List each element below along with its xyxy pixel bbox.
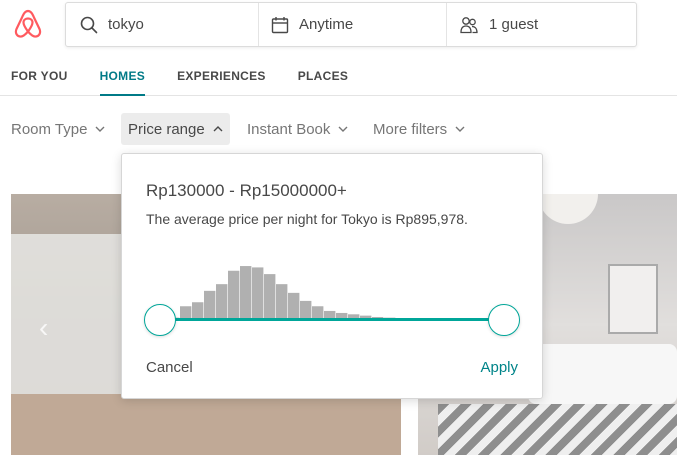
- instant-book-label: Instant Book: [247, 120, 331, 138]
- price-histogram: [168, 266, 468, 321]
- airbnb-logo-icon[interactable]: [12, 8, 44, 40]
- chevron-down-icon: [338, 126, 348, 132]
- histogram-bar: [264, 274, 276, 321]
- filter-bar: Room Type Price range Instant Book More …: [0, 113, 677, 145]
- more-filters-label: More filters: [373, 120, 448, 138]
- price-max-handle[interactable]: [488, 304, 520, 336]
- apply-button[interactable]: Apply: [480, 359, 518, 376]
- dates-value: Anytime: [299, 16, 354, 33]
- tab-homes[interactable]: HOMES: [99, 68, 146, 96]
- price-range-value: Rp130000 - Rp15000000+: [146, 181, 347, 200]
- chevron-up-icon: [213, 126, 223, 132]
- chevron-down-icon: [95, 126, 105, 132]
- header: tokyo Anytime 1 guest FOR YOU HOMES EXPE…: [0, 0, 677, 96]
- room-type-filter-button[interactable]: Room Type: [4, 113, 112, 145]
- histogram-bar: [204, 290, 216, 321]
- calendar-icon: [271, 16, 289, 33]
- room-type-label: Room Type: [11, 120, 88, 138]
- tab-for-you[interactable]: FOR YOU: [11, 68, 68, 96]
- search-icon: [80, 16, 98, 33]
- histogram-bar: [252, 267, 264, 321]
- chevron-down-icon: [455, 126, 465, 132]
- histogram-bar: [228, 270, 240, 321]
- price-range-label: Price range: [128, 120, 205, 138]
- tab-experiences[interactable]: EXPERIENCES: [177, 68, 266, 96]
- instant-book-filter-button[interactable]: Instant Book: [240, 113, 355, 145]
- histogram-bar: [216, 284, 228, 321]
- average-price-text: The average price per night for Tokyo is…: [146, 211, 468, 227]
- guests-icon: [460, 16, 478, 33]
- price-range-popover: Rp130000 - Rp15000000+ The average price…: [121, 153, 543, 399]
- histogram-bar: [288, 292, 300, 321]
- nav-tabs: FOR YOU HOMES EXPERIENCES PLACES: [11, 68, 380, 96]
- guests-value: 1 guest: [489, 16, 539, 33]
- price-slider-track[interactable]: [160, 318, 505, 321]
- price-range-filter-button[interactable]: Price range: [121, 113, 230, 145]
- dates-field[interactable]: Anytime: [258, 3, 446, 46]
- price-min-handle[interactable]: [144, 304, 176, 336]
- cancel-button[interactable]: Cancel: [146, 359, 193, 376]
- more-filters-button[interactable]: More filters: [366, 113, 472, 145]
- search-bar: tokyo Anytime 1 guest: [65, 2, 637, 47]
- histogram-bar: [240, 266, 252, 321]
- search-field[interactable]: tokyo: [66, 3, 258, 46]
- tab-places[interactable]: PLACES: [298, 68, 348, 96]
- histogram-bar: [276, 284, 288, 321]
- guests-field[interactable]: 1 guest: [446, 3, 636, 46]
- search-query: tokyo: [108, 16, 144, 33]
